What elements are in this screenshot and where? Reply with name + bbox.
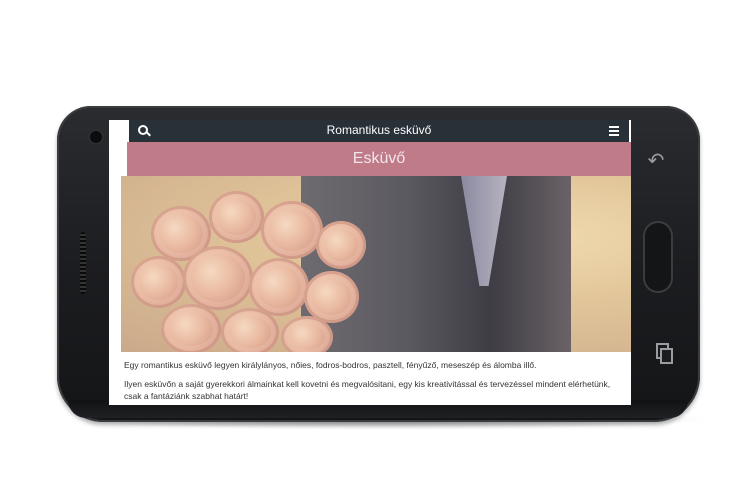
page-heading-band: Esküvő — [127, 142, 631, 176]
hero-image — [121, 176, 631, 352]
back-icon[interactable]: ↶ — [646, 150, 666, 172]
home-button[interactable] — [645, 223, 671, 291]
article-paragraph-1: Egy romantikus esküvő legyen királylányo… — [124, 360, 537, 370]
recent-apps-icon[interactable] — [656, 343, 673, 364]
camera-icon — [90, 131, 102, 143]
article-body: Egy romantikus esküvő legyen királylányo… — [124, 352, 629, 405]
app-title: Romantikus esküvő — [326, 123, 432, 137]
app-header: Romantikus esküvő — [129, 120, 629, 142]
hero-image-bouquet — [121, 186, 391, 352]
page-title: Esküvő — [352, 150, 406, 167]
hamburger-menu-icon[interactable] — [609, 126, 619, 136]
speaker-grille — [80, 232, 86, 294]
phone-screen: Romantikus esküvő Esküvő Egy romantikus … — [109, 120, 631, 405]
article-paragraph-2: Ilyen esküvőn a saját gyerekkori álmaink… — [124, 379, 611, 401]
